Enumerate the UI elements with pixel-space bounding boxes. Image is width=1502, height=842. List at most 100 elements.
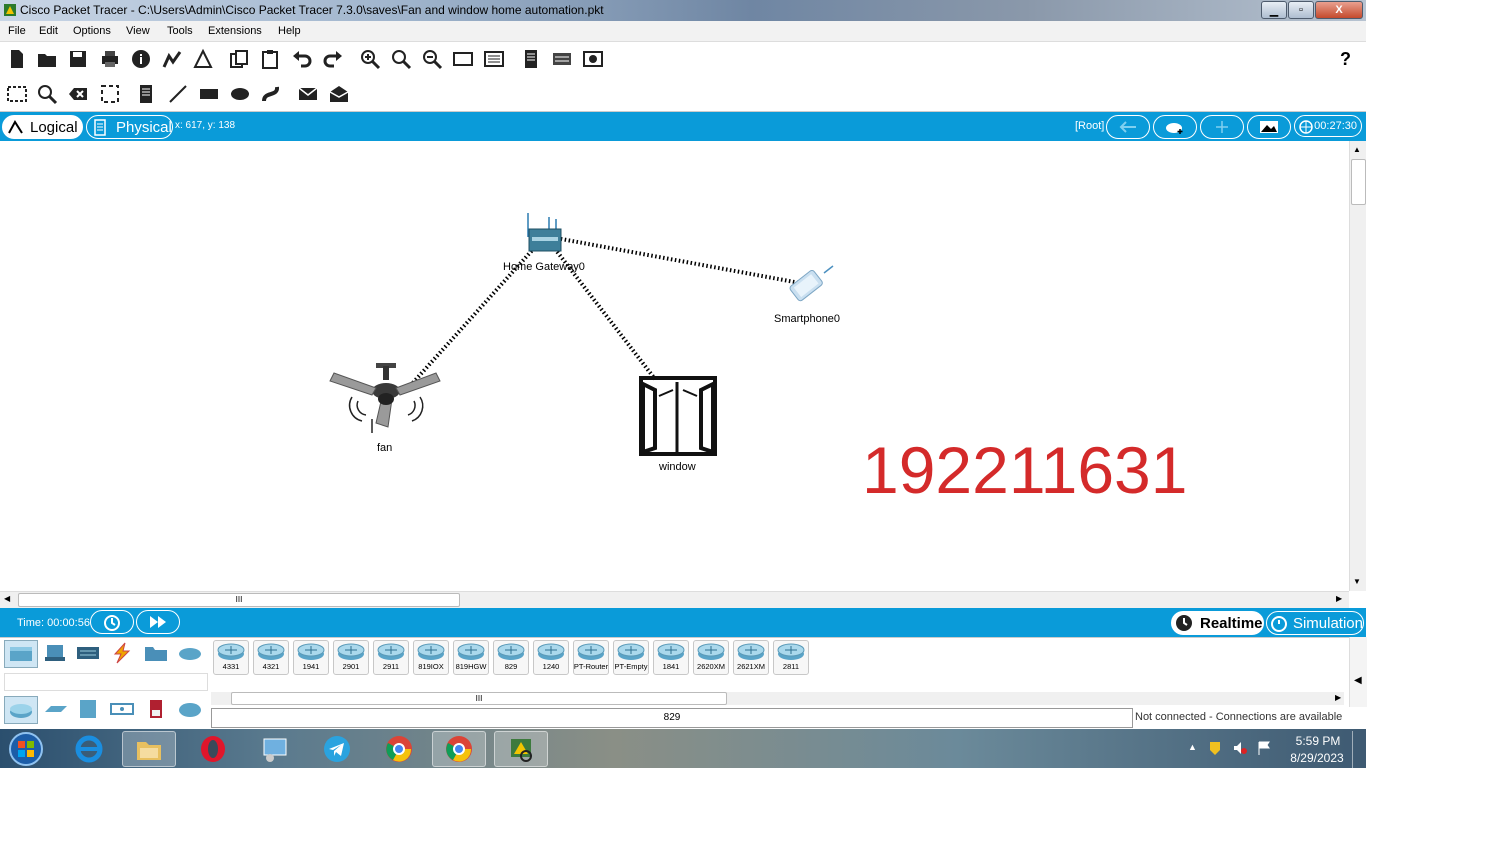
- zoom-in-icon[interactable]: [358, 47, 382, 71]
- tab-logical[interactable]: Logical: [2, 115, 83, 139]
- drawing-palette-icon[interactable]: [451, 47, 475, 71]
- fast-forward-time-button[interactable]: [136, 610, 180, 634]
- scroll-up-arrow-icon[interactable]: ▲: [1353, 145, 1361, 154]
- draw-ellipse-icon[interactable]: [228, 82, 252, 106]
- menu-help[interactable]: Help: [278, 25, 301, 37]
- add-complex-pdu-icon[interactable]: [327, 82, 351, 106]
- draw-rectangle-icon[interactable]: [197, 82, 221, 106]
- category-miscellaneous[interactable]: [140, 640, 172, 666]
- set-tiled-background-button[interactable]: [1247, 115, 1291, 139]
- router-model-item[interactable]: 1841: [653, 640, 689, 675]
- taskbar-chrome[interactable]: [372, 731, 426, 767]
- router-model-item[interactable]: 4321: [253, 640, 289, 675]
- tray-flag-icon[interactable]: [1256, 740, 1272, 759]
- place-note-icon[interactable]: [134, 82, 158, 106]
- model-scrollbar[interactable]: III ▶: [211, 692, 1344, 705]
- maximize-button[interactable]: ▫: [1288, 1, 1314, 19]
- tray-expand-icon[interactable]: ▲: [1188, 742, 1197, 752]
- scroll-left-arrow-icon[interactable]: ◀: [4, 594, 10, 603]
- notes-icon[interactable]: [519, 47, 543, 71]
- taskbar-internet-explorer[interactable]: [62, 731, 116, 767]
- network-info-icon[interactable]: [191, 47, 215, 71]
- router-model-item[interactable]: 829: [493, 640, 529, 675]
- router-model-item[interactable]: 1941: [293, 640, 329, 675]
- back-nav-button[interactable]: [1106, 115, 1150, 139]
- new-cluster-button[interactable]: [1153, 115, 1197, 139]
- category-connections[interactable]: [106, 640, 138, 666]
- model-scroll-right-icon[interactable]: ▶: [1335, 693, 1341, 702]
- select-icon[interactable]: [5, 82, 29, 106]
- window-device[interactable]: [639, 376, 717, 456]
- taskbar-telegram[interactable]: [310, 731, 364, 767]
- menu-file[interactable]: File: [8, 25, 26, 37]
- freeform-icon[interactable]: [259, 82, 283, 106]
- menu-tools[interactable]: Tools: [167, 25, 193, 37]
- minimize-button[interactable]: ▁: [1261, 1, 1287, 19]
- root-breadcrumb[interactable]: [Root]: [1075, 120, 1104, 132]
- realtime-mode-button[interactable]: Realtime: [1171, 611, 1264, 635]
- undo-icon[interactable]: [290, 47, 314, 71]
- help-button[interactable]: ?: [1340, 49, 1351, 70]
- print-icon[interactable]: [98, 47, 122, 71]
- tray-action-center-icon[interactable]: [1207, 740, 1223, 759]
- activity-wizard-icon[interactable]: [160, 47, 184, 71]
- viewport-clock[interactable]: 00:27:30: [1294, 115, 1362, 137]
- scroll-down-arrow-icon[interactable]: ▼: [1353, 577, 1361, 586]
- logical-workspace[interactable]: Home Gateway0 Smartphone0 fan window 192…: [0, 141, 1349, 591]
- subcategory-switches[interactable]: [40, 696, 72, 722]
- horizontal-scrollbar[interactable]: ◀ III ▶: [0, 591, 1349, 608]
- custom-device-dialog-icon[interactable]: [482, 47, 506, 71]
- subcategory-hubs[interactable]: [72, 696, 104, 722]
- paste-icon[interactable]: [258, 47, 282, 71]
- ipc-icon[interactable]: [550, 47, 574, 71]
- router-model-item[interactable]: 2620XM: [693, 640, 729, 675]
- menu-edit[interactable]: Edit: [39, 25, 58, 37]
- taskbar-control-panel[interactable]: [248, 731, 302, 767]
- router-model-item[interactable]: 1240: [533, 640, 569, 675]
- vertical-scroll-thumb[interactable]: [1351, 159, 1366, 205]
- tab-physical[interactable]: Physical: [86, 115, 173, 139]
- tray-clock-time[interactable]: 5:59 PM: [1288, 734, 1348, 748]
- screenshot-icon[interactable]: [581, 47, 605, 71]
- taskbar-file-explorer[interactable]: [122, 731, 176, 767]
- subcategory-wan-emulation[interactable]: [174, 696, 206, 722]
- router-model-item[interactable]: PT-Router: [573, 640, 609, 675]
- router-model-item[interactable]: 819IOX: [413, 640, 449, 675]
- taskbar-chrome-second[interactable]: [432, 731, 486, 767]
- smartphone-device[interactable]: [778, 263, 836, 309]
- category-end-devices[interactable]: [40, 640, 72, 666]
- power-cycle-devices-button[interactable]: [90, 610, 134, 634]
- redo-icon[interactable]: [321, 47, 345, 71]
- open-folder-icon[interactable]: [35, 47, 59, 71]
- taskbar-opera[interactable]: [186, 731, 240, 767]
- menu-extensions[interactable]: Extensions: [208, 25, 262, 37]
- model-scroll-thumb[interactable]: III: [231, 692, 727, 705]
- subcategory-security[interactable]: [140, 696, 172, 722]
- category-multiuser[interactable]: [174, 640, 206, 666]
- category-network-devices[interactable]: [4, 640, 38, 668]
- collapse-arrow-icon[interactable]: ◀: [1354, 675, 1362, 686]
- router-model-item[interactable]: 2621XM: [733, 640, 769, 675]
- menu-options[interactable]: Options: [73, 25, 111, 37]
- delete-icon[interactable]: [66, 82, 90, 106]
- taskbar-packet-tracer[interactable]: [494, 731, 548, 767]
- menu-view[interactable]: View: [126, 25, 150, 37]
- new-file-icon[interactable]: [5, 47, 29, 71]
- tray-clock-date[interactable]: 8/29/2023: [1284, 751, 1350, 765]
- save-icon[interactable]: [66, 47, 90, 71]
- subcategory-wireless[interactable]: [106, 696, 138, 722]
- category-components[interactable]: [72, 640, 104, 666]
- resize-shape-icon[interactable]: [98, 82, 122, 106]
- vertical-scrollbar[interactable]: ▲ ▼: [1349, 141, 1366, 591]
- panel-collapse-handle[interactable]: ◀: [1349, 637, 1367, 707]
- move-object-button[interactable]: [1200, 115, 1244, 139]
- router-model-item[interactable]: PT-Empty: [613, 640, 649, 675]
- copy-icon[interactable]: [227, 47, 251, 71]
- inspect-icon[interactable]: [35, 82, 59, 106]
- home-gateway-device[interactable]: [523, 211, 567, 255]
- router-model-item[interactable]: 2911: [373, 640, 409, 675]
- draw-line-icon[interactable]: [166, 82, 190, 106]
- zoom-out-icon[interactable]: [420, 47, 444, 71]
- add-simple-pdu-icon[interactable]: [296, 82, 320, 106]
- router-model-item[interactable]: 819HGW: [453, 640, 489, 675]
